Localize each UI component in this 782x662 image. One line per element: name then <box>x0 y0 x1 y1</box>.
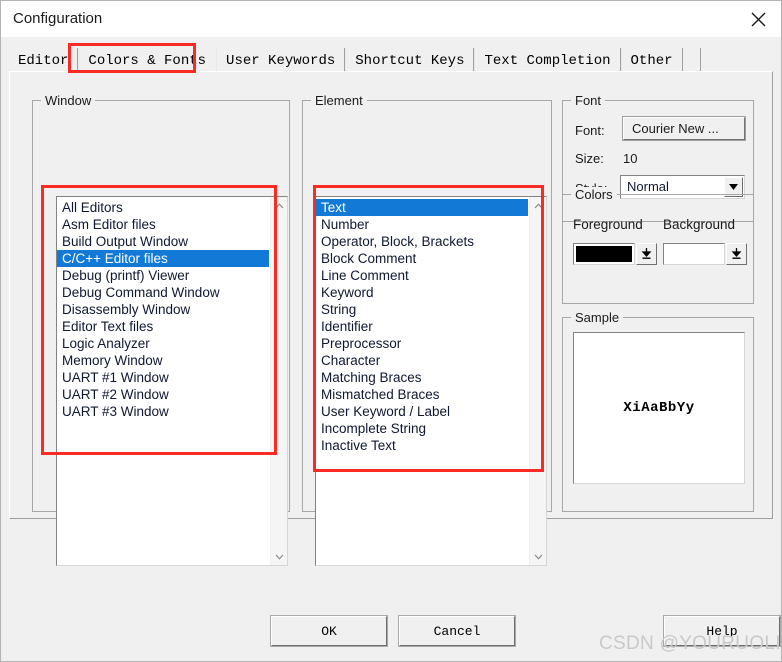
tab-label: Colors & Fonts <box>88 52 207 69</box>
help-button-label: Help <box>706 623 738 639</box>
list-item[interactable]: Character <box>316 352 528 369</box>
style-selected-value: Normal <box>627 179 669 194</box>
list-item[interactable]: Build Output Window <box>57 233 269 250</box>
list-item[interactable]: Identifier <box>316 318 528 335</box>
chevron-up-icon[interactable] <box>271 197 287 214</box>
font-field-label: Font: <box>575 123 605 138</box>
font-picker-button[interactable]: Courier New ... <box>622 116 746 141</box>
list-item[interactable]: UART #3 Window <box>57 403 269 420</box>
list-item[interactable]: Keyword <box>316 284 528 301</box>
close-icon[interactable] <box>735 1 781 37</box>
element-list-items: Text Number Operator, Block, Brackets Block… <box>316 197 528 454</box>
tab-user-keywords[interactable]: User Keywords <box>216 48 346 73</box>
tab-label: Shortcut Keys <box>355 52 465 69</box>
arrow-down-bar-icon[interactable] <box>636 243 657 265</box>
tab-colors-and-fonts[interactable]: Colors & Fonts <box>78 48 217 73</box>
background-swatch-wrap[interactable] <box>663 243 725 265</box>
sample-group-caption: Sample <box>571 310 624 325</box>
list-item[interactable]: Incomplete String <box>316 420 528 437</box>
dialog-button-bar: OK Cancel Help <box>9 523 781 653</box>
element-group-caption: Element <box>311 93 367 108</box>
tab-label: User Keywords <box>226 52 336 69</box>
list-item[interactable]: UART #1 Window <box>57 369 269 386</box>
list-item[interactable]: Number <box>316 216 528 233</box>
tab-strip: Editor Colors & Fonts User Keywords Shor… <box>9 45 701 73</box>
ok-button-label: OK <box>321 623 337 639</box>
tab-label: Other <box>630 52 673 69</box>
list-item[interactable]: Mismatched Braces <box>316 386 528 403</box>
list-item[interactable]: UART #2 Window <box>57 386 269 403</box>
tab-strip-filler <box>682 48 701 73</box>
window-listbox-scrollbar[interactable] <box>270 197 287 565</box>
element-listbox-scrollbar[interactable] <box>529 197 546 565</box>
sample-group-box: Sample XiAaBbYy <box>562 310 754 512</box>
list-item[interactable]: User Keyword / Label <box>316 403 528 420</box>
colors-group-caption: Colors <box>571 187 617 202</box>
cancel-button[interactable]: Cancel <box>398 615 516 647</box>
sample-text: XiAaBbYy <box>623 400 695 416</box>
list-item[interactable]: All Editors <box>57 199 269 216</box>
help-button[interactable]: Help <box>663 615 781 647</box>
tab-label: Text Completion <box>484 52 611 69</box>
list-item[interactable]: Memory Window <box>57 352 269 369</box>
font-picker-value: Courier New ... <box>632 121 719 136</box>
tab-label: Editor <box>18 52 69 69</box>
background-swatch <box>666 246 722 262</box>
size-field-label: Size: <box>575 151 604 166</box>
list-item[interactable]: Logic Analyzer <box>57 335 269 352</box>
list-item[interactable]: Inactive Text <box>316 437 528 454</box>
configuration-dialog: Configuration Editor Colors & Fonts User… <box>0 0 782 662</box>
background-color-picker[interactable] <box>663 243 747 265</box>
list-item[interactable]: Debug (printf) Viewer <box>57 267 269 284</box>
list-item[interactable]: String <box>316 301 528 318</box>
list-item[interactable]: Asm Editor files <box>57 216 269 233</box>
cancel-button-label: Cancel <box>433 623 481 639</box>
colors-group-box: Colors Foreground Background <box>562 187 754 304</box>
tab-editor[interactable]: Editor <box>9 48 79 73</box>
background-label: Background <box>663 217 736 232</box>
list-item[interactable]: Block Comment <box>316 250 528 267</box>
tab-page-colors-and-fonts: Window Element Font Font: Courier New ..… <box>9 71 773 566</box>
list-item[interactable]: Editor Text files <box>57 318 269 335</box>
ok-button[interactable]: OK <box>270 615 388 647</box>
list-item[interactable]: Line Comment <box>316 267 528 284</box>
list-item[interactable]: Debug Command Window <box>57 284 269 301</box>
window-title: Configuration <box>13 10 103 27</box>
foreground-swatch <box>576 246 632 262</box>
list-item[interactable]: Operator, Block, Brackets <box>316 233 528 250</box>
window-group-caption: Window <box>41 93 96 108</box>
size-value: 10 <box>623 151 638 166</box>
foreground-label: Foreground <box>573 217 643 232</box>
list-item[interactable]: Disassembly Window <box>57 301 269 318</box>
list-item[interactable]: Text <box>316 199 528 216</box>
arrow-down-bar-icon[interactable] <box>726 243 747 265</box>
font-group-caption: Font <box>571 93 606 108</box>
tab-shortcut-keys[interactable]: Shortcut Keys <box>345 48 475 73</box>
list-item[interactable]: Preprocessor <box>316 335 528 352</box>
window-list-items: All Editors Asm Editor files Build Output … <box>57 197 269 420</box>
element-listbox[interactable]: Text Number Operator, Block, Brackets Block… <box>315 196 547 566</box>
chevron-up-icon[interactable] <box>530 197 546 214</box>
tab-other[interactable]: Other <box>620 48 683 73</box>
list-item[interactable]: C/C++ Editor files <box>57 250 269 267</box>
title-bar: Configuration <box>1 1 781 37</box>
sample-preview: XiAaBbYy <box>573 332 745 484</box>
foreground-swatch-wrap[interactable] <box>573 243 635 265</box>
tab-text-completion[interactable]: Text Completion <box>474 48 621 73</box>
foreground-color-picker[interactable] <box>573 243 657 265</box>
list-item[interactable]: Matching Braces <box>316 369 528 386</box>
window-listbox[interactable]: All Editors Asm Editor files Build Output … <box>56 196 288 566</box>
